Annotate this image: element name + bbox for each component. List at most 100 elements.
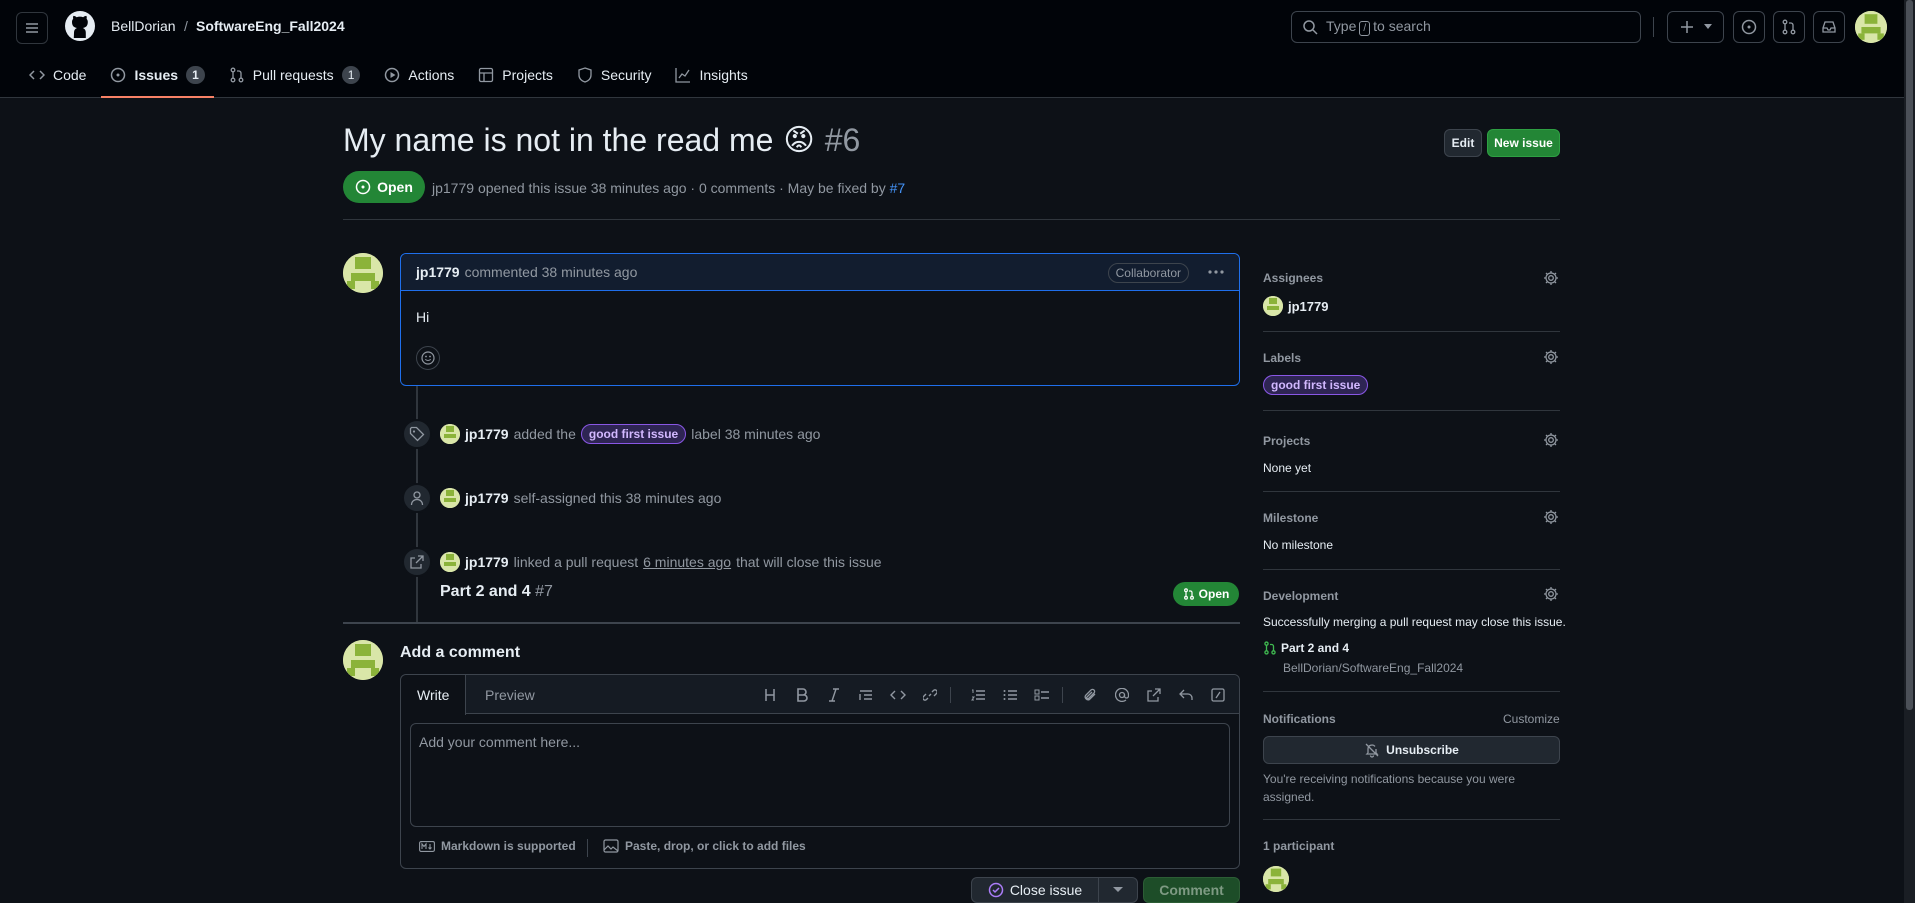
projects-heading[interactable]: Projects [1263,434,1310,448]
tab-issues[interactable]: Issues 1 [101,60,215,98]
italic-icon[interactable] [824,685,844,705]
emoji: 😡 [783,124,815,157]
event-time-link[interactable]: 6 minutes ago [643,554,731,570]
unsubscribe-button[interactable]: Unsubscribe [1263,736,1560,764]
create-new-button[interactable] [1667,11,1724,43]
markdown-note[interactable]: Markdown is supported [419,839,576,853]
comment-body: Hi [416,309,430,325]
attach-files-button[interactable]: Paste, drop, or click to add files [603,839,806,853]
sidebar-divider [1263,819,1560,820]
pull-requests-button[interactable] [1773,11,1805,43]
gear-icon[interactable] [1543,270,1559,286]
slash-commands-icon[interactable] [1208,685,1228,705]
comment-textarea[interactable]: Add your comment here... [410,723,1230,827]
assignees-heading[interactable]: Assignees [1263,271,1323,285]
search-icon [1303,20,1318,35]
ordered-list-icon[interactable] [968,685,988,705]
github-logo-icon[interactable] [64,10,96,42]
tab-insights[interactable]: Insights [666,60,756,90]
avatar[interactable] [343,640,383,680]
comment-author[interactable]: jp1779 [416,264,460,280]
tab-preview[interactable]: Preview [469,675,551,714]
linked-pr-title[interactable]: Part 2 and 4 #7 [440,583,553,601]
avatar [1263,296,1283,316]
tasklist-icon[interactable] [1032,685,1052,705]
comment: jp1779 commented 38 minutes ago Collabor… [400,253,1240,386]
git-pull-request-icon [1264,641,1276,655]
event-user[interactable]: jp1779 [465,554,509,570]
labels-heading[interactable]: Labels [1263,351,1301,365]
breadcrumb-owner[interactable]: BellDorian [111,18,176,34]
participant-avatar[interactable] [1263,866,1289,892]
repo-nav-tabs: Code Issues 1 Pull requests 1 Actions Pr… [20,60,763,98]
tab-pull-requests[interactable]: Pull requests 1 [220,60,370,90]
tab-projects[interactable]: Projects [469,60,562,90]
avatar[interactable] [440,488,460,508]
cross-reference-icon [402,547,432,577]
event-user[interactable]: jp1779 [465,490,509,506]
status-badge: Open [343,171,425,203]
tab-write[interactable]: Write [401,675,467,715]
heading-icon[interactable] [760,685,780,705]
comment-time[interactable]: commented 38 minutes ago [465,264,638,280]
tab-actions[interactable]: Actions [375,60,463,90]
gear-icon[interactable] [1543,432,1559,448]
identicon-icon [343,253,383,293]
reply-icon[interactable] [1176,685,1196,705]
identicon-icon [343,640,383,680]
close-issue-button[interactable]: Close issue [971,877,1099,903]
edit-button[interactable]: Edit [1444,129,1482,157]
notification-reason: You're receiving notifications because y… [1263,772,1515,804]
quote-icon[interactable] [856,685,876,705]
timeline-assign-event: jp1779 self-assigned this 38 minutes ago [440,488,721,508]
identicon-icon [1855,11,1887,43]
composer-tabs: Write Preview [401,675,1239,715]
author-link[interactable]: jp1779 [432,180,474,196]
label-pill[interactable]: good first issue [580,424,687,444]
user-avatar[interactable] [1855,11,1887,43]
code-icon[interactable] [888,685,908,705]
milestone-heading[interactable]: Milestone [1263,511,1318,525]
gear-icon[interactable] [1543,349,1559,365]
mention-icon[interactable] [1112,685,1132,705]
gear-icon[interactable] [1543,586,1559,602]
unordered-list-icon[interactable] [1000,685,1020,705]
kebab-horizontal-icon[interactable] [1208,267,1224,277]
identicon-icon [440,488,460,508]
gear-icon[interactable] [1543,509,1559,525]
label-pill[interactable]: good first issue [1263,375,1369,395]
paperclip-icon[interactable] [1080,685,1100,705]
search-input[interactable]: Type / to search [1291,11,1641,43]
add-reaction-button[interactable] [416,346,440,370]
issue-closed-icon [988,882,1004,898]
development-heading[interactable]: Development [1263,589,1338,603]
avatar[interactable] [440,552,460,572]
avatar[interactable] [343,253,383,293]
breadcrumb-repo[interactable]: SoftwareEng_Fall2024 [196,18,345,34]
tab-security[interactable]: Security [568,60,661,90]
cross-reference-icon[interactable] [1144,685,1164,705]
customize-link[interactable]: Customize [1503,712,1560,726]
event-user[interactable]: jp1779 [465,426,509,442]
new-issue-button[interactable]: New issue [1487,129,1560,157]
issues-button[interactable] [1733,11,1765,43]
tab-code[interactable]: Code [20,60,95,90]
code-icon [29,70,45,80]
tab-label: Actions [408,67,455,83]
assignee[interactable]: jp1779 [1263,296,1328,316]
development-repo[interactable]: BellDorian/SoftwareEng_Fall2024 [1283,661,1463,675]
hamburger-icon [26,23,38,33]
menu-button[interactable] [16,12,48,44]
linked-pr-link[interactable]: #7 [890,180,906,196]
issue-meta: jp1779 opened this issue 38 minutes ago … [432,180,906,196]
link-icon[interactable] [920,685,940,705]
identicon-icon [1263,866,1289,892]
comment-button[interactable]: Comment [1143,877,1240,903]
identicon-icon [440,424,460,444]
bold-icon[interactable] [792,685,812,705]
avatar[interactable] [440,424,460,444]
close-issue-menu-button[interactable] [1098,877,1138,903]
inbox-button[interactable] [1813,11,1845,43]
scrollbar-thumb[interactable] [1906,0,1913,710]
development-pr-link[interactable]: Part 2 and 4 [1263,641,1349,655]
